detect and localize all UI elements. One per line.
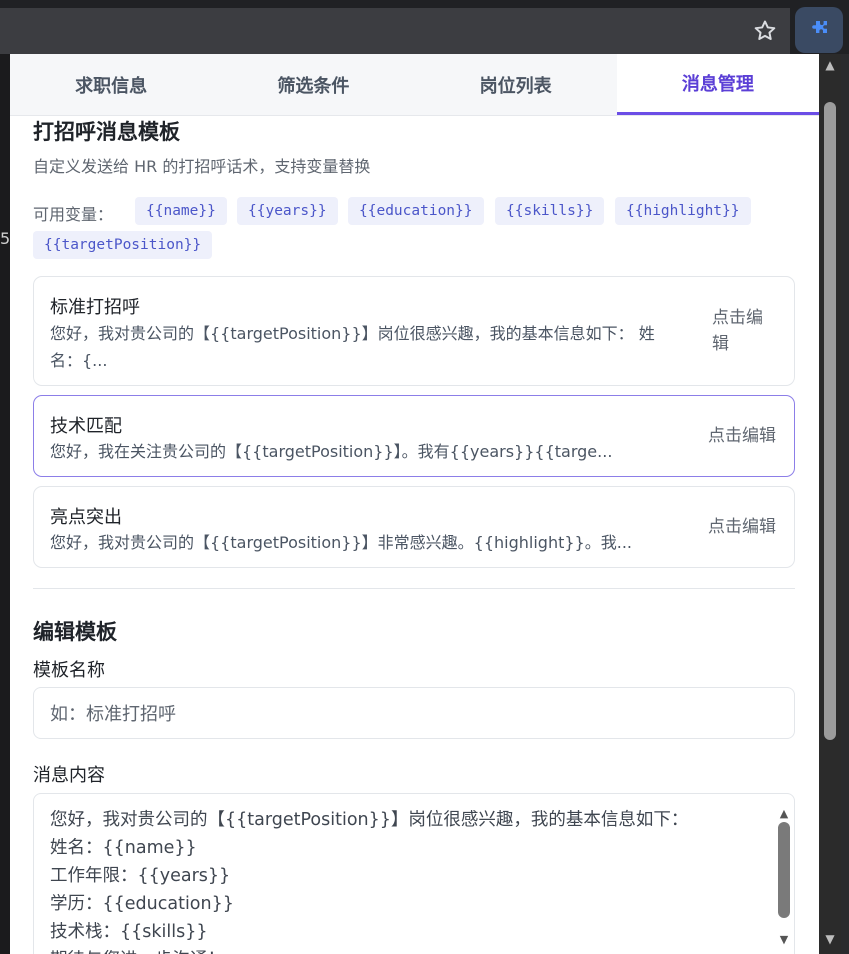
template-card-preview: 您好，我对贵公司的【{{targetPosition}}】岗位很感兴趣，我的基本… [50,320,700,374]
tab-filters[interactable]: 筛选条件 [212,54,414,115]
address-bar[interactable] [0,8,790,54]
content-line: 工作年限：{{years}} [50,866,231,886]
vars-label: 可用变量： [33,205,114,224]
template-name-label: 模板名称 [33,660,105,681]
message-content-label: 消息内容 [33,765,105,786]
template-card-preview: 您好，我在关注贵公司的【{{targetPosition}}】。我有{{year… [50,442,613,461]
template-name-placeholder: 如：标准打招呼 [50,704,176,725]
popup-scroll-thumb[interactable] [824,102,836,740]
tab-bar: 求职信息 筛选条件 岗位列表 消息管理 [10,54,819,116]
edit-link[interactable]: 点击编辑 [708,423,776,449]
scroll-down-icon[interactable]: ▼ [823,932,837,946]
templates-title: 打招呼消息模板 [33,120,180,144]
background-digit: 5 [0,229,11,248]
textarea-scroll-thumb[interactable] [778,822,790,918]
edit-link[interactable]: 点击编 辑 [712,305,763,357]
template-name-input[interactable]: 如：标准打招呼 [33,687,795,739]
tab-message-management[interactable]: 消息管理 [616,54,819,115]
var-chip-name[interactable]: {{name}} [135,197,227,225]
var-chip-highlight[interactable]: {{highlight}} [615,197,751,225]
section-divider [33,588,795,589]
edit-link-line: 辑 [712,334,729,354]
template-card-standard[interactable]: 标准打招呼 您好，我对贵公司的【{{targetPosition}}】岗位很感兴… [33,276,795,386]
var-chip-education[interactable]: {{education}} [348,197,484,225]
bookmark-star-button[interactable] [748,14,782,48]
template-card-preview-line: 名：{... [50,351,108,370]
tab-job-list[interactable]: 岗位列表 [415,54,617,115]
extension-popup: 求职信息 筛选条件 岗位列表 消息管理 打招呼消息模板 自定义发送给 HR 的打… [10,54,819,954]
edit-link-line: 点击编 [712,308,763,328]
message-content-textarea[interactable]: 您好，我对贵公司的【{{targetPosition}}】岗位很感兴趣，我的基本… [33,793,795,954]
template-card-title: 标准打招呼 [50,297,140,318]
textarea-scrollbar[interactable]: ▲ ▼ [778,800,790,946]
tab-job-info[interactable]: 求职信息 [10,54,212,115]
scroll-down-icon[interactable]: ▼ [778,926,790,954]
template-card-title: 技术匹配 [50,416,122,437]
template-card-preview: 您好，我对贵公司的【{{targetPosition}}】非常感兴趣。{{hig… [50,533,632,552]
content-line: 姓名：{{name}} [50,838,197,858]
template-card-highlight[interactable]: 亮点突出 您好，我对贵公司的【{{targetPosition}}】非常感兴趣。… [33,486,795,568]
content-line: 技术栈：{{skills}} [50,922,208,942]
template-card-preview-line: 您好，我对贵公司的【{{targetPosition}}】岗位很感兴趣，我的基本… [50,324,655,343]
extension-button[interactable] [795,7,843,53]
var-chip-years[interactable]: {{years}} [237,197,338,225]
content-line: 学历：{{education}} [50,894,234,914]
content-line: 您好，我对贵公司的【{{targetPosition}}】岗位很感兴趣，我的基本… [50,810,689,830]
edit-link[interactable]: 点击编辑 [708,514,776,540]
scroll-up-icon[interactable]: ▲ [823,58,837,72]
var-chip-skills[interactable]: {{skills}} [495,197,605,225]
puzzle-icon [812,21,827,33]
template-card-title: 亮点突出 [50,507,122,528]
templates-description: 自定义发送给 HR 的打招呼话术，支持变量替换 [33,157,371,176]
var-chip-target-position[interactable]: {{targetPosition}} [33,231,213,259]
edit-template-title: 编辑模板 [33,620,117,644]
template-card-tech-match[interactable]: 技术匹配 您好，我在关注贵公司的【{{targetPosition}}】。我有{… [33,395,795,477]
page-background-edge: 5 [0,54,10,954]
content-line: 期待与您进一步沟通！ [50,946,778,954]
star-icon [754,20,776,40]
popup-scrollbar[interactable]: ▲ ▼ [819,54,841,954]
